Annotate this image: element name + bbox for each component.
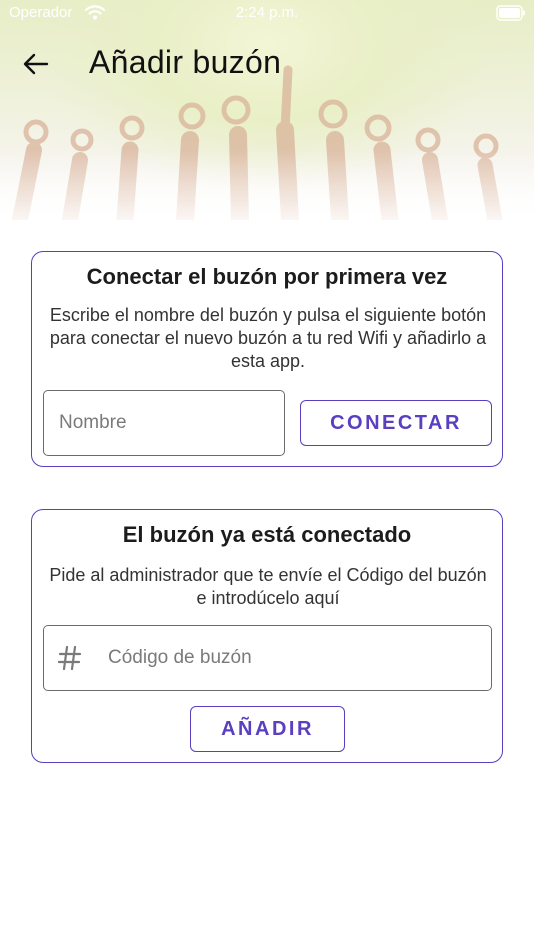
add-button[interactable]: AÑADIR <box>190 706 345 752</box>
connect-button[interactable]: CONECTAR <box>300 400 492 446</box>
page-title: Añadir buzón <box>89 44 282 80</box>
mailbox-code-input[interactable]: Código de buzón <box>43 625 492 691</box>
existing-card-description: Pide al administrador que te envíe el Có… <box>49 565 487 608</box>
mailbox-code-placeholder: Código de buzón <box>108 647 252 668</box>
existing-card-title: El buzón ya está conectado <box>122 522 412 547</box>
connect-card-description: Escribe el nombre del buzón y pulsa el s… <box>49 305 487 371</box>
status-time: 2:24 p.m. <box>235 4 299 21</box>
existing-mailbox-card: El buzón ya está conectado Pide al admin… <box>31 509 503 763</box>
mailbox-name-input[interactable]: Nombre <box>43 390 285 456</box>
header-banner <box>0 0 534 220</box>
connect-card-title: Conectar el buzón por primera vez <box>86 264 448 289</box>
hash-icon <box>58 645 82 671</box>
arrow-back-icon <box>23 53 49 75</box>
header-fade <box>0 150 534 220</box>
back-button[interactable] <box>16 44 56 84</box>
battery-icon <box>496 5 525 21</box>
connect-mailbox-card: Conectar el buzón por primera vez Escrib… <box>31 251 503 467</box>
mailbox-name-placeholder: Nombre <box>59 412 127 433</box>
status-bar: Operador 2:24 p.m. <box>0 0 534 28</box>
